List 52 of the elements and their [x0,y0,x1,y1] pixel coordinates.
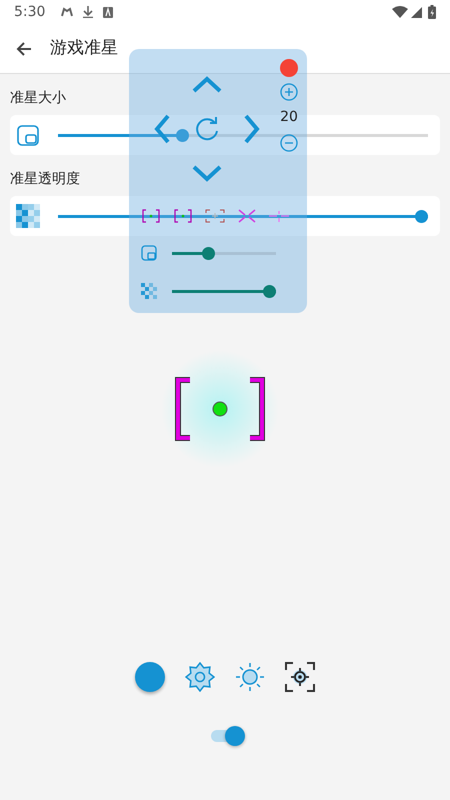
screen-title: 游戏准星 [50,36,118,60]
left-icon [154,114,172,144]
zoom-in-button[interactable] [280,83,298,101]
size-value: 20 [280,108,298,127]
right-icon [242,114,260,144]
target-button[interactable] [285,662,315,692]
sun-icon [235,662,265,692]
app-icon [103,6,114,18]
resize-icon [141,245,157,261]
crosshair-style-button[interactable] [269,209,289,223]
crosshair-style-icon [173,209,193,223]
down-button[interactable] [192,163,222,183]
zoom-out-icon [280,134,298,152]
slider-thumb[interactable] [202,246,216,260]
crosshair-style-button[interactable] [205,209,225,223]
slider-thumb[interactable] [176,128,189,142]
toggle-switch[interactable] [211,726,247,746]
badge-gear-icon [185,662,215,692]
zoom-out-button[interactable] [280,134,298,152]
sun-button[interactable] [235,662,265,692]
checker-icon [16,204,40,228]
setting-label: 准星透明度 [10,171,80,187]
crosshair-style-icon [205,209,225,223]
wifi-icon [392,6,408,18]
crosshair-style-button[interactable] [141,209,161,223]
setting-label: 准星大小 [10,90,66,106]
back-button[interactable] [16,42,32,56]
right-button[interactable] [242,114,260,144]
battery-icon [428,5,436,19]
status-time: 5:30 [14,2,46,22]
crosshair-style-button[interactable] [237,209,257,223]
resize-icon [16,123,40,147]
crosshair-style-icon [141,209,161,223]
down-icon [192,163,222,183]
back-arrow-icon [16,42,32,56]
crosshair-style-icon [269,209,289,223]
left-button[interactable] [154,114,172,144]
color-button[interactable] [135,662,165,692]
up-button[interactable] [192,75,222,95]
slider-thumb[interactable] [263,284,276,298]
signal-icon [411,6,422,18]
up-icon [192,75,222,95]
brightness-button[interactable] [185,662,215,692]
zoom-in-icon [280,83,298,101]
target-icon [285,662,315,692]
crosshair-style-icon [237,209,257,223]
checker-icon [141,283,157,299]
crosshair-style-button[interactable] [173,209,193,223]
rotate-button[interactable] [193,115,221,143]
slider-thumb[interactable] [415,210,428,222]
download-icon [83,6,94,18]
rotate-icon [193,115,221,143]
